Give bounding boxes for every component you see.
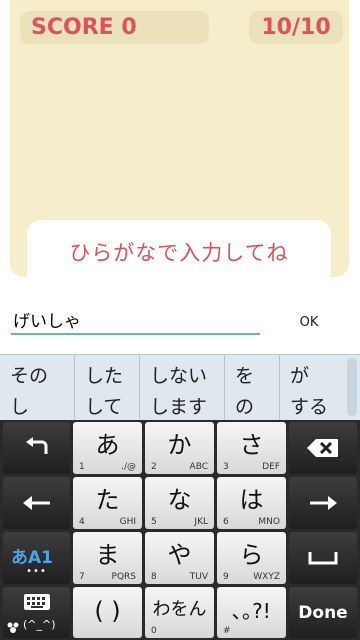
prompt-bubble: ひらがなで入力してね [27,220,331,286]
suggestion-item[interactable]: した して [75,355,140,421]
key-ra-sub: WXYZ [253,572,280,582]
key-ya-num: 8 [151,572,157,582]
key-na-char: な [167,486,192,514]
key-ta[interactable]: た 4 GHI [73,477,142,529]
game-area: SCORE 0 10/10 ひらがなで入力してね [0,0,360,292]
key-ha[interactable]: は 6 MNO [217,477,286,529]
key-ya-char: や [167,541,192,569]
key-sa-sub: DEF [262,462,280,472]
undo-icon [3,422,70,474]
suggestion-primary[interactable]: した [85,361,123,388]
space-key[interactable] [289,532,357,584]
key-ra-num: 9 [223,572,229,582]
key-ta-sub: GHI [119,517,136,527]
suggestion-item[interactable]: その し [0,355,75,421]
key-ha-sub: MNO [258,517,280,527]
suggestion-item[interactable]: が する [280,355,345,421]
key-a-num: 1 [79,462,85,472]
key-paren-char: ( ) [94,597,121,625]
key-ha-num: 6 [223,517,229,527]
arrow-left-icon [3,477,70,529]
key-ta-char: た [95,486,120,514]
key-wa-num: 0 [151,626,157,636]
key-ma[interactable]: ま 7 PQRS [73,532,142,584]
keyboard-icon [23,593,51,615]
undo-key[interactable] [3,422,70,474]
suggestion-bar: その し した して しない します を の が する [0,354,360,421]
suggestion-primary[interactable]: その [10,361,48,388]
suggestion-secondary[interactable]: します [150,392,207,419]
input-mode-label: あA1 [11,543,53,568]
key-ma-num: 7 [79,572,85,582]
key-na[interactable]: な 5 JKL [145,477,214,529]
suggestion-primary[interactable]: が [290,361,309,388]
key-wa[interactable]: わをん 0 [145,587,214,638]
key-ta-num: 4 [79,517,85,527]
key-ya-sub: TUV [189,572,208,582]
key-ya[interactable]: や 8 TUV [145,532,214,584]
suggestion-item[interactable]: しない します [140,355,225,421]
input-mode-dots: ••• [26,566,47,577]
suggestion-item[interactable]: を の [225,355,280,421]
key-ka-char: か [167,431,192,459]
score-label: SCORE 0 [20,11,209,44]
key-punct-num: # [223,626,231,636]
backspace-icon [289,422,357,474]
arrow-right-icon [289,477,357,529]
key-punct[interactable]: ､｡?! # [217,587,286,638]
cursor-left-key[interactable] [3,477,70,529]
key-ka[interactable]: か 2 ABC [145,422,214,474]
key-wa-char: わをん [152,599,207,620]
input-mode-label-text: あA1 [11,548,53,568]
ok-button[interactable]: OK [290,308,328,338]
input-mode-key[interactable]: あA1 ••• [3,532,70,584]
key-punct-char: ､｡?! [232,599,271,623]
suggestion-secondary[interactable]: し [10,392,29,419]
done-key-label: Done [298,602,348,623]
key-a-sub: ./@ [121,462,136,472]
key-sa[interactable]: さ 3 DEF [217,422,286,474]
key-ra[interactable]: ら 9 WXYZ [217,532,286,584]
key-paren[interactable]: ( ) [73,587,142,638]
suggestion-scrollbar[interactable] [347,358,357,416]
key-ra-char: ら [239,541,264,569]
suggestion-secondary[interactable]: の [235,392,254,419]
progress-label: 10/10 [249,11,343,44]
key-ha-char: は [239,486,264,514]
cursor-right-key[interactable] [289,477,357,529]
backspace-key[interactable] [289,422,357,474]
key-a[interactable]: あ 1 ./@ [73,422,142,474]
keyboard-settings-key[interactable]: (^_^) [3,587,70,638]
key-sa-num: 3 [223,462,229,472]
emoji-icon [7,619,19,638]
key-ma-char: ま [95,541,120,569]
space-icon [289,532,357,584]
answer-input[interactable] [11,305,260,335]
suggestion-primary[interactable]: を [235,361,254,388]
key-na-sub: JKL [194,517,208,527]
suggestion-primary[interactable]: しない [150,361,207,388]
key-ka-num: 2 [151,462,157,472]
suggestion-secondary[interactable]: する [290,392,328,419]
done-key[interactable]: Done [289,587,357,638]
emoji-label: (^_^) [23,618,56,631]
key-na-num: 5 [151,517,157,527]
key-a-char: あ [95,431,120,459]
keyboard: あ 1 ./@ か 2 ABC さ 3 DEF た 4 GHI な 5 JKL … [0,420,360,640]
key-ma-sub: PQRS [111,572,136,582]
key-ka-sub: ABC [189,462,208,472]
key-sa-char: さ [239,431,264,459]
suggestion-secondary[interactable]: して [85,392,122,419]
